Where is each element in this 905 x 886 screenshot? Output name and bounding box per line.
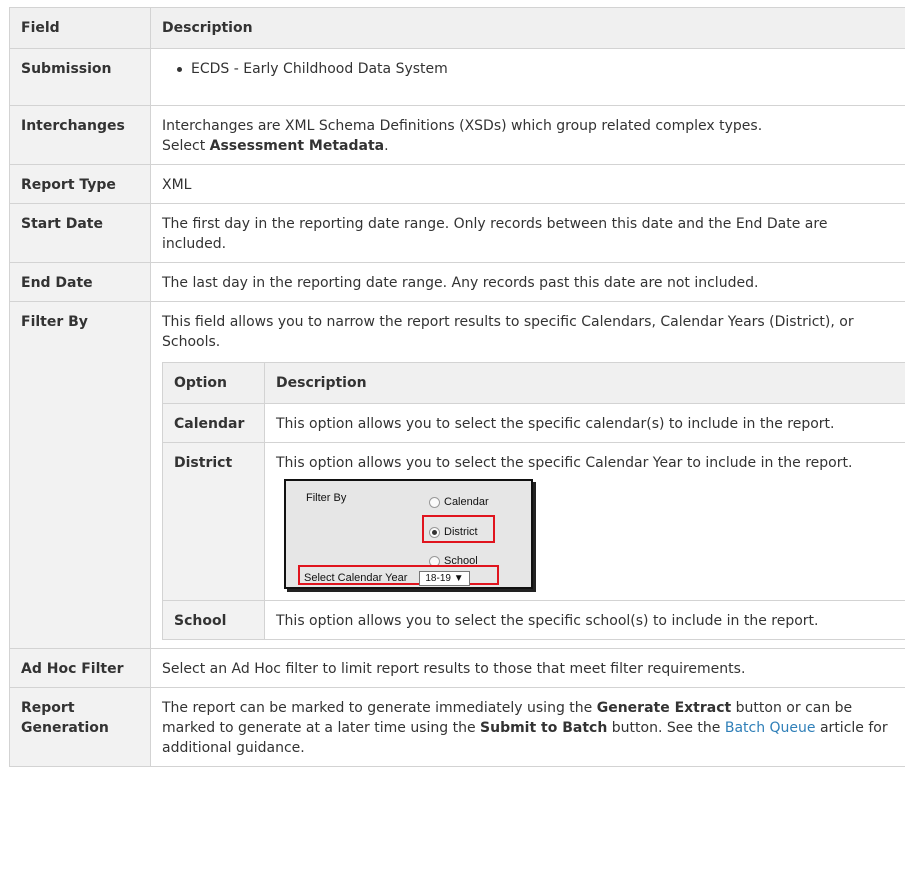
radio-label: District [444, 526, 478, 538]
header-description: Description [150, 7, 905, 49]
row-start-date: Start Date The first day in the reportin… [9, 203, 905, 263]
field-description: The report can be marked to generate imm… [150, 687, 905, 767]
field-label: Submission [9, 48, 151, 106]
row-report-type: Report Type XML [9, 164, 905, 204]
radio-selected-icon [429, 526, 440, 538]
radio-calendar: Calendar [429, 492, 489, 512]
header-field: Field [9, 7, 151, 49]
year-value: 18-19 [425, 573, 451, 584]
generate-extract-term: Generate Extract [596, 700, 732, 716]
batch-queue-link[interactable]: Batch Queue [725, 720, 816, 736]
field-label: Interchanges [9, 105, 151, 165]
year-label: Select Calendar Year [304, 572, 408, 584]
field-description: This field allows you to narrow the repo… [150, 301, 905, 649]
row-ad-hoc-filter: Ad Hoc Filter Select an Ad Hoc filter to… [9, 648, 905, 688]
field-description: XML [150, 164, 905, 204]
option-description: This option allows you to select the spe… [264, 600, 905, 640]
row-filter-by: Filter By This field allows you to narro… [9, 301, 905, 649]
dropdown-arrow-icon: ▼ [453, 573, 464, 584]
options-header-row: Option Description [162, 362, 905, 404]
description-text: This field allows you to narrow the repo… [162, 314, 854, 350]
submit-to-batch-term: Submit to Batch [480, 720, 608, 736]
option-label: District [162, 442, 265, 601]
option-row-district: District This option allows you to selec… [162, 442, 905, 601]
field-description: Interchanges are XML Schema Definitions … [150, 105, 905, 165]
filter-by-label: Filter By [306, 492, 347, 504]
option-label: Calendar [162, 403, 265, 443]
description-text: . [384, 138, 389, 154]
radio-icon [429, 496, 440, 508]
option-description: This option allows you to select the spe… [264, 403, 905, 443]
option-row-calendar: Calendar This option allows you to selec… [162, 403, 905, 443]
field-label: Ad Hoc Filter [9, 648, 151, 688]
field-description: The last day in the reporting date range… [150, 262, 905, 302]
header-option: Option [162, 362, 265, 404]
filter-by-screenshot: Filter By Calendar District School Selec… [284, 479, 533, 589]
description-text: This option allows you to select the spe… [276, 455, 853, 471]
fields-table: Field Description Submission ECDS - Earl… [9, 7, 905, 767]
option-description: This option allows you to select the spe… [264, 442, 905, 601]
radio-label: Calendar [444, 496, 489, 508]
field-label: End Date [9, 262, 151, 302]
submission-list: ECDS - Early Childhood Data System [162, 59, 894, 79]
row-end-date: End Date The last day in the reporting d… [9, 262, 905, 302]
field-description: ECDS - Early Childhood Data System [150, 48, 905, 106]
bold-term: Assessment Metadata [209, 138, 385, 154]
description-text: Interchanges are XML Schema Definitions … [162, 118, 763, 134]
field-label: Start Date [9, 203, 151, 263]
field-label: Report Generation [9, 687, 151, 767]
list-item: ECDS - Early Childhood Data System [177, 59, 894, 79]
field-description: The first day in the reporting date rang… [150, 203, 905, 263]
description-text: Select [162, 138, 210, 154]
year-select: 18-19 ▼ [419, 571, 470, 586]
row-submission: Submission ECDS - Early Childhood Data S… [9, 48, 905, 106]
description-text: button. See the [607, 720, 725, 736]
option-label: School [162, 600, 265, 640]
fields-table-container: Field Description Submission ECDS - Earl… [9, 7, 905, 767]
table-header-row: Field Description [9, 7, 905, 49]
field-label: Report Type [9, 164, 151, 204]
radio-district: District [429, 522, 478, 542]
year-row: Select Calendar Year 18-19 ▼ [304, 568, 470, 588]
header-description: Description [264, 362, 905, 404]
field-label: Filter By [9, 301, 151, 649]
row-report-generation: Report Generation The report can be mark… [9, 687, 905, 767]
options-table: Option Description Calendar This option … [162, 362, 905, 640]
description-text: The report can be marked to generate imm… [162, 700, 597, 716]
field-description: Select an Ad Hoc filter to limit report … [150, 648, 905, 688]
row-interchanges: Interchanges Interchanges are XML Schema… [9, 105, 905, 165]
option-row-school: School This option allows you to select … [162, 600, 905, 640]
